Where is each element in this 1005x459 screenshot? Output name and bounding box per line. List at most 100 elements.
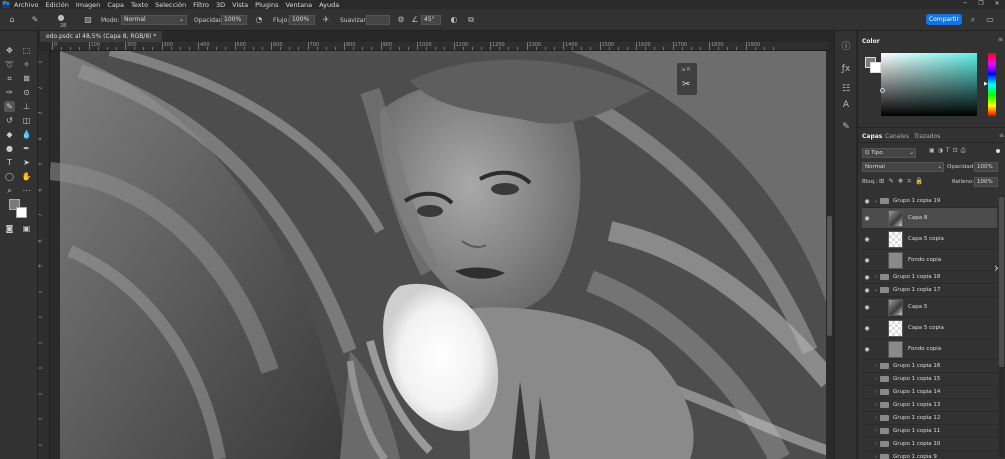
close-icon[interactable]: ✕ [989, 0, 1005, 7]
screen-mode-icon[interactable]: ▣ [21, 223, 32, 234]
layer-thumbnail[interactable] [888, 230, 903, 248]
color-field[interactable] [881, 53, 977, 116]
chevron-right-icon[interactable]: › [872, 402, 880, 408]
layer-group-row[interactable]: ◉› Grupo 1 copia 9 [862, 451, 997, 459]
eye-icon[interactable]: ◉ [862, 198, 872, 205]
scrollbar-thumb[interactable] [827, 216, 832, 336]
layer-group-row[interactable]: ◉› Grupo 1 copia 16 [862, 360, 997, 373]
frame-tool-icon[interactable]: ⊠ [21, 73, 32, 84]
bucket-icon[interactable]: ◆ [4, 129, 15, 140]
eye-icon[interactable]: ◉ [862, 215, 872, 222]
layer-row[interactable]: ◉ Fondo copia [862, 250, 997, 271]
layer-group-row[interactable]: ◉› Grupo 1 copia 11 [862, 425, 997, 438]
flow-input[interactable]: 100% [289, 15, 315, 25]
chevron-right-icon[interactable]: › [872, 428, 880, 434]
pen-tool-icon[interactable]: ✒ [21, 143, 32, 154]
dodge-tool-icon[interactable]: ● [4, 143, 15, 154]
chevron-down-icon[interactable]: ⌄ [872, 198, 880, 204]
layer-group-row[interactable]: ◉› Grupo 1 copia 14 [862, 386, 997, 399]
eyedropper-icon[interactable]: ✑ [4, 87, 15, 98]
menu-item-seleccion[interactable]: Selección [155, 1, 186, 9]
path-select-icon[interactable]: ➤ [21, 157, 32, 168]
layer-row[interactable]: ◉ Capa 5 [862, 297, 997, 318]
menu-item-capa[interactable]: Capa [107, 1, 124, 9]
layer-filter-icons[interactable]: ▣◑T⊡⎙ [929, 147, 968, 155]
adjustments-icon[interactable]: ƒx [840, 63, 852, 75]
tab-capas[interactable]: Capas [862, 133, 882, 140]
stamp-tool-icon[interactable]: ⊥ [21, 101, 32, 112]
quick-mask-icon[interactable]: ◙ [4, 223, 15, 234]
layer-group-row[interactable]: ◉› Grupo 1 copia 10 [862, 438, 997, 451]
chevron-down-icon[interactable]: ⌄ [872, 287, 880, 293]
hand-tool-icon[interactable]: ✋ [21, 171, 32, 182]
eye-icon[interactable]: ◉ [862, 363, 872, 370]
airbrush-icon[interactable]: ✈ [321, 14, 331, 25]
gear-icon[interactable]: ⚙ [396, 14, 406, 25]
chevron-right-icon[interactable]: › [872, 454, 880, 459]
layer-group-row[interactable]: ◉ ⌄ Grupo 1 copia 17 [862, 284, 997, 297]
layer-row[interactable]: ◉ Fondo copia [862, 339, 997, 360]
layer-thumbnail[interactable] [888, 298, 903, 316]
eye-icon[interactable]: ◉ [862, 376, 872, 383]
layer-thumbnail[interactable] [888, 209, 903, 227]
document-tab[interactable]: edo.psdc al 48,5% (Capa 8, RGB/8) * × [40, 31, 162, 51]
hue-slider-handle-icon[interactable]: ▶ [984, 81, 988, 87]
marquee-tool-icon[interactable]: ⬚ [21, 45, 32, 56]
eye-icon[interactable]: ◉ [862, 304, 872, 311]
layer-group-row[interactable]: ◉ › Grupo 1 copia 18 [862, 271, 997, 284]
eye-icon[interactable]: ◉ [862, 257, 872, 264]
eye-icon[interactable]: ◉ [862, 428, 872, 435]
lock-icons[interactable]: ⊞✎✥⌗🔒 [879, 177, 927, 186]
chevron-right-icon[interactable]: › [872, 415, 880, 421]
menu-item-3d[interactable]: 3D [216, 1, 225, 9]
eye-icon[interactable]: ◉ [862, 402, 872, 409]
character-icon[interactable]: A [840, 99, 852, 111]
brush-settings-panel-icon[interactable]: ✎ [840, 121, 852, 133]
canvas-vertical-scrollbar[interactable] [826, 51, 833, 459]
menu-item-archivo[interactable]: Archivo [14, 1, 38, 9]
share-button[interactable]: Compartir [926, 14, 962, 25]
home-icon[interactable]: ⌂ [7, 14, 17, 25]
opacity-input[interactable]: 100% [221, 15, 247, 25]
document-canvas[interactable]: ⇲ ⇱ ✂ [50, 51, 829, 459]
smoothing-input[interactable] [366, 15, 390, 25]
layer-group-row[interactable]: ◉› Grupo 1 copia 13 [862, 399, 997, 412]
eye-icon[interactable]: ◉ [862, 441, 872, 448]
eye-icon[interactable]: ◉ [862, 287, 872, 294]
chevron-right-icon[interactable]: › [994, 261, 999, 275]
layer-filter-select[interactable]: Q Tipo ⌄ [862, 148, 916, 158]
restore-icon[interactable]: ❐ [973, 0, 989, 7]
layers-scrollbar[interactable] [999, 195, 1004, 457]
brush-tool-icon[interactable]: ✎ [30, 14, 40, 25]
menu-item-edicion[interactable]: Edición [45, 1, 69, 9]
info-icon[interactable]: ⓘ [840, 41, 852, 53]
workspace-icon[interactable]: ▭ [985, 14, 995, 25]
eraser-icon[interactable]: ◫ [21, 115, 32, 126]
move-tool-icon[interactable]: ✥ [4, 45, 15, 56]
tab-trazados[interactable]: Trazados [914, 133, 940, 140]
eye-icon[interactable]: ◉ [862, 274, 872, 281]
layer-group-row[interactable]: ◉ ⌄ Grupo 1 copia 19 [862, 195, 997, 208]
layer-group-row[interactable]: ◉› Grupo 1 copia 15 [862, 373, 997, 386]
chevron-right-icon[interactable]: › [872, 363, 880, 369]
zoom-tool-icon[interactable]: ⌕ [4, 185, 15, 196]
layer-row[interactable]: ◉ Capa 5 copia [862, 229, 997, 250]
menu-item-imagen[interactable]: Imagen [76, 1, 100, 9]
ellipse-tool-icon[interactable]: ◯ [4, 171, 15, 182]
scrollbar-thumb[interactable] [999, 197, 1004, 367]
hue-slider[interactable] [988, 53, 996, 116]
menu-item-ayuda[interactable]: Ayuda [319, 1, 339, 9]
brush-icon[interactable]: ✎ [4, 101, 15, 112]
brush-preset-icon[interactable]: ● [56, 12, 66, 23]
eye-icon[interactable]: ◉ [862, 415, 872, 422]
brush-settings-icon[interactable]: ▨ [83, 14, 93, 25]
magic-wand-icon[interactable]: ✧ [21, 59, 32, 70]
layer-row[interactable]: ◉ Capa 8 [862, 208, 997, 229]
more-tools-icon[interactable]: ⋯ [21, 185, 32, 196]
eye-icon[interactable]: ◉ [862, 454, 872, 459]
eye-icon[interactable]: ◉ [862, 389, 872, 396]
lasso-tool-icon[interactable]: ➰ [4, 59, 15, 70]
eye-icon[interactable]: ◉ [862, 325, 872, 332]
fill-input[interactable]: 100% [974, 177, 998, 187]
layer-thumbnail[interactable] [888, 319, 903, 337]
